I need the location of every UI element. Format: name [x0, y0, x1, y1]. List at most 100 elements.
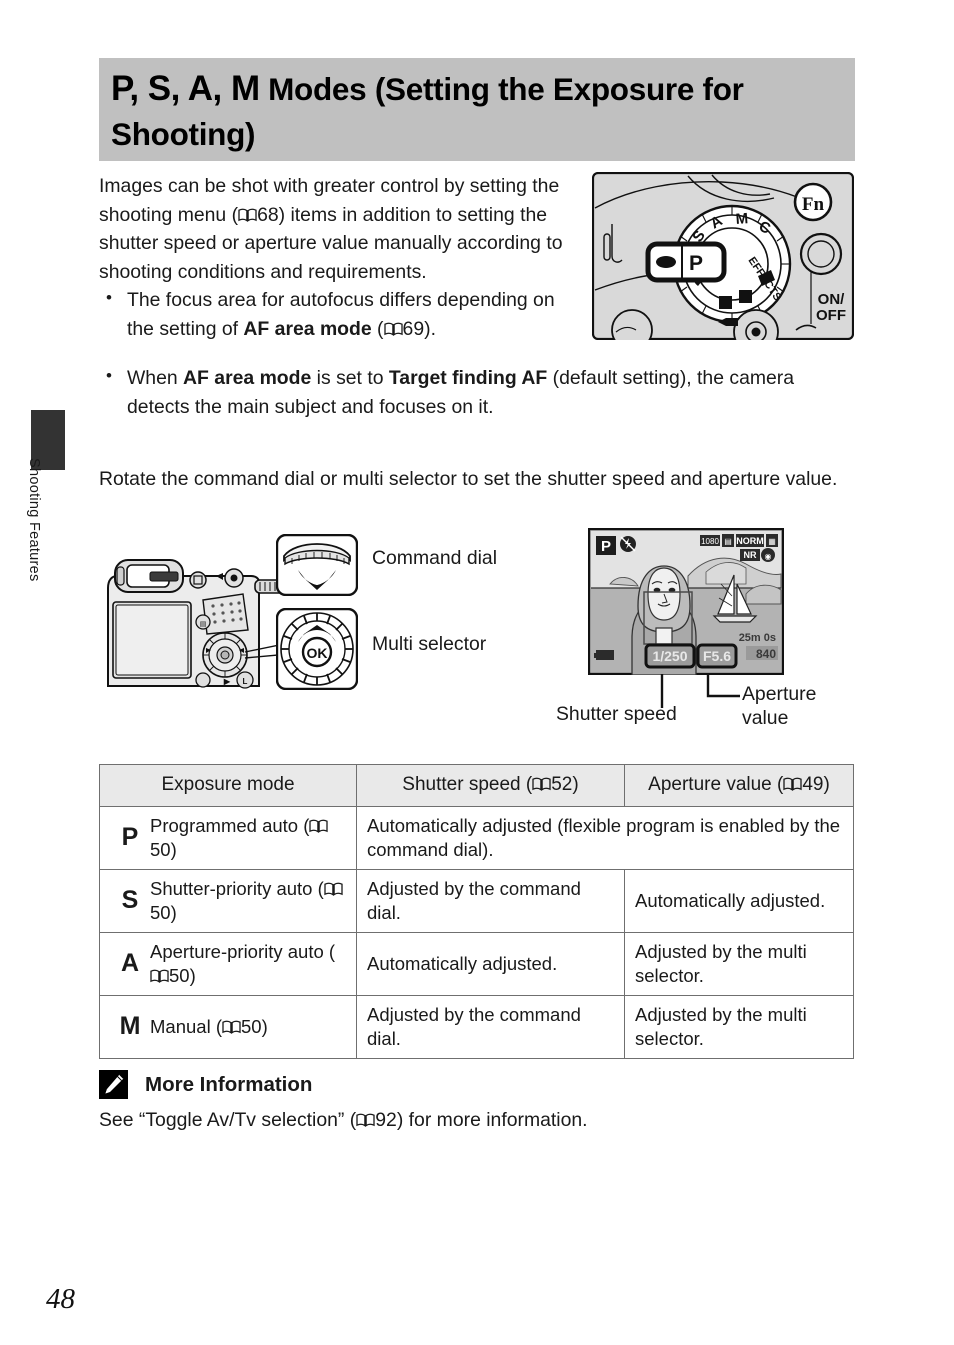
column-header-aperture-value-close: ) — [823, 774, 830, 795]
intro-bullet-list-wide: When AF area mode is set to Target findi… — [99, 363, 851, 421]
bullet-2-text-a: When — [127, 367, 184, 389]
mode-name-p: Programmed auto (50) — [150, 814, 350, 861]
column-header-shutter-speed-text: Shutter speed ( — [402, 774, 533, 795]
table-row: S Shutter-priority auto (50) Adjusted by… — [99, 868, 854, 933]
mode-cell-s: S Shutter-priority auto (50) — [99, 868, 357, 933]
more-information-body: See “Toggle Av/Tv selection” ( 92) for mo… — [99, 1106, 839, 1134]
mode-name-p-text: Programmed auto ( — [150, 815, 310, 837]
bullet-1-ref: 69 — [402, 318, 425, 341]
intro-bullet-list: The focus area for autofocus differs dep… — [99, 285, 577, 343]
mode-name-s: Shutter-priority auto (50) — [150, 877, 350, 924]
bullet-2-text-b: is set to — [311, 367, 389, 389]
svg-text:OFF: OFF — [816, 307, 846, 324]
mode-name-a-text: Aperture-priority auto ( — [150, 941, 336, 963]
lcd-aperture-label-line1: Aperture — [742, 683, 817, 705]
mode-name-m-text: Manual ( — [150, 1016, 222, 1038]
svg-text:L: L — [243, 677, 248, 686]
mode-name-a: Aperture-priority auto (50) — [150, 940, 350, 987]
lcd-status-icon-resolution: 1080 — [701, 537, 719, 546]
book-icon — [238, 208, 257, 222]
column-header-shutter-speed: Shutter speed ( 52) — [356, 764, 625, 807]
lcd-aperture-value-label: Aperture value — [742, 682, 816, 731]
lcd-record-time: 25m 0s — [739, 632, 776, 644]
mode-name-m: Manual (50) — [150, 1015, 268, 1038]
bullet-1-text-b: ( — [371, 318, 384, 341]
list-item: The focus area for autofocus differs dep… — [99, 285, 577, 343]
cell-p-shutter-aperture: Automatically adjusted (flexible program… — [356, 805, 854, 870]
multi-selector-callout: OK — [275, 607, 359, 691]
lcd-shots-remaining: 840 — [756, 647, 776, 661]
more-information-body-text-b: ) for more information. — [396, 1109, 588, 1131]
list-item: When AF area mode is set to Target findi… — [99, 363, 851, 421]
column-header-shutter-speed-close: ) — [572, 774, 579, 795]
page-number: 48 — [46, 1283, 75, 1315]
svg-text:Fn: Fn — [802, 194, 825, 215]
cell-a-aperture: Adjusted by the multi selector. — [624, 931, 854, 996]
book-icon — [150, 969, 169, 983]
svg-text:P: P — [689, 252, 703, 275]
bullet-2-bold-1: AF area mode — [183, 367, 312, 389]
section-header-band: P, S, A, M Modes (Setting the Exposure f… — [99, 58, 855, 161]
mode-letter-s: S — [121, 886, 139, 915]
command-dial-label: Command dial — [372, 547, 498, 569]
multi-selector-label: Multi selector — [372, 633, 487, 655]
lcd-shutter-speed-label: Shutter speed — [556, 703, 677, 725]
intro-text-wide: When AF area mode is set to Target findi… — [99, 363, 851, 421]
mode-letter-p: P — [121, 823, 139, 852]
mode-name-s-close: ) — [170, 901, 177, 923]
mode-letter-a: A — [120, 949, 140, 978]
mode-name-p-ref: 50 — [150, 838, 171, 860]
mode-cell-a: A Aperture-priority auto (50) — [99, 931, 357, 996]
column-header-aperture-value-text: Aperture value ( — [648, 774, 784, 795]
mode-name-a-ref: 50 — [169, 964, 190, 986]
mode-name-m-ref: 50 — [240, 1016, 262, 1038]
book-icon — [383, 322, 403, 336]
svg-text:M: M — [735, 210, 749, 228]
mode-name-s-ref: 50 — [150, 901, 171, 923]
page-title: P, S, A, M Modes (Setting the Exposure f… — [111, 65, 846, 157]
more-information-body-text-a: See “Toggle Av/Tv selection” ( — [99, 1109, 357, 1131]
book-icon — [309, 819, 329, 834]
mode-name-s-text: Shutter-priority auto ( — [150, 878, 324, 900]
lcd-monitor-illustration: P 1080 ▤ NORM ▦ NR ◉ 25m 0s 840 1/250 F5… — [587, 527, 785, 676]
command-dial-callout — [275, 533, 359, 597]
lcd-shutter-speed-value: 1/250 — [652, 648, 687, 664]
camera-top-illustration: S A M C EFFECTS SCENE P Fn ON/ OFF — [591, 171, 855, 355]
book-icon — [324, 882, 343, 897]
column-header-aperture-value-ref: 49 — [802, 774, 824, 795]
mode-letter-m: M — [119, 1012, 141, 1041]
column-header-shutter-speed-ref: 52 — [551, 774, 573, 795]
column-header-exposure-mode: Exposure mode — [99, 764, 357, 807]
more-information-body-ref: 92 — [375, 1109, 397, 1131]
exposure-mode-table: Exposure mode Shutter speed ( 52) Apertur… — [99, 764, 854, 1059]
svg-text:▤: ▤ — [200, 621, 207, 628]
table-row: M Manual (50) Adjusted by the command di… — [99, 994, 854, 1059]
cell-a-shutter: Automatically adjusted. — [356, 931, 625, 996]
svg-text:◉: ◉ — [765, 552, 772, 561]
mode-cell-p: P Programmed auto (50) — [99, 805, 357, 870]
more-information-header: More Information — [99, 1070, 312, 1099]
book-icon — [532, 777, 551, 791]
table-row: A Aperture-priority auto (50) Automatica… — [99, 931, 854, 996]
bullet-1-bold-1: AF area mode — [243, 318, 372, 341]
lcd-aperture-value: F5.6 — [703, 648, 731, 664]
intro-paragraph: Images can be shot with greater control … — [99, 172, 577, 286]
book-icon — [783, 777, 803, 791]
rotate-instruction-paragraph: Rotate the command dial or multi selecto… — [99, 468, 838, 491]
lcd-mode-badge: P — [601, 538, 611, 555]
column-header-aperture-value: Aperture value ( 49) — [624, 764, 854, 807]
table-body: P Programmed auto (50) Automatically adj… — [99, 805, 854, 1059]
intro-text-column: Images can be shot with greater control … — [99, 172, 577, 344]
table-row: P Programmed auto (50) Automatically adj… — [99, 805, 854, 870]
cell-m-aperture: Adjusted by the multi selector. — [624, 994, 854, 1059]
page-title-mode-letters: P, S, A, M — [111, 69, 260, 108]
table-header-row: Exposure mode Shutter speed ( 52) Apertur… — [99, 764, 854, 807]
lcd-aperture-label-line2: value — [742, 707, 789, 730]
pencil-icon — [99, 1070, 128, 1099]
cell-s-shutter: Adjusted by the command dial. — [356, 868, 625, 933]
mode-cell-m: M Manual (50) — [99, 994, 357, 1059]
book-icon — [356, 1113, 375, 1127]
ok-button-label: OK — [307, 645, 328, 661]
chapter-tab-label: Shooting Features — [26, 458, 42, 582]
table-header: Exposure mode Shutter speed ( 52) Apertur… — [99, 764, 854, 807]
